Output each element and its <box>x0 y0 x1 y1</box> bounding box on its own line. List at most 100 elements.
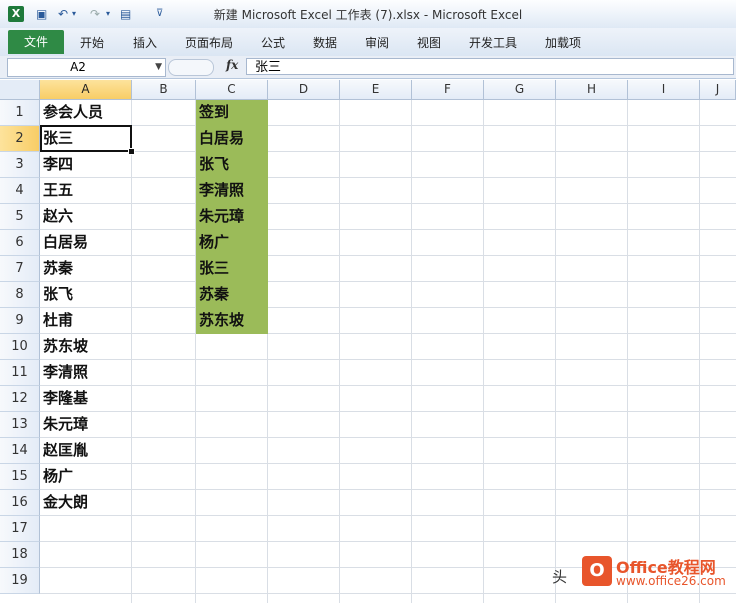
cell-a10[interactable]: 苏东坡 <box>40 334 132 359</box>
column-gridline <box>627 100 628 603</box>
formula-bar: A2 ▼ fx 张三 <box>0 56 736 79</box>
row-header-18[interactable]: 18 <box>0 542 40 568</box>
worksheet-grid[interactable]: A B C D E F G H I J 1 2 3 4 5 6 7 8 9 10 11 12 13 14 15 16 17 18 19 签… <box>0 80 736 603</box>
row-header-13[interactable]: 13 <box>0 412 40 438</box>
tab-home[interactable]: 开始 <box>80 34 104 51</box>
row-gridline <box>40 255 736 256</box>
row-header-4[interactable]: 4 <box>0 178 40 204</box>
cell-a8[interactable]: 张飞 <box>40 282 132 307</box>
column-gridline <box>339 100 340 603</box>
select-all-corner[interactable] <box>0 80 40 100</box>
row-gridline <box>40 437 736 438</box>
row-header-2[interactable]: 2 <box>0 126 40 152</box>
office-logo-icon: O <box>582 556 612 586</box>
row-gridline <box>40 359 736 360</box>
cell-c9[interactable]: 苏东坡 <box>196 308 268 334</box>
column-header-h[interactable]: H <box>556 80 628 100</box>
cell-c2[interactable]: 白居易 <box>196 126 268 152</box>
row-header-3[interactable]: 3 <box>0 152 40 178</box>
tab-insert[interactable]: 插入 <box>133 34 157 51</box>
cell-a9[interactable]: 杜甫 <box>40 308 132 333</box>
column-header-d[interactable]: D <box>268 80 340 100</box>
row-header-10[interactable]: 10 <box>0 334 40 360</box>
column-header-f[interactable]: F <box>412 80 484 100</box>
insert-function-icon[interactable]: fx <box>226 58 238 72</box>
watermark-url: www.office26.com <box>616 574 726 588</box>
row-header-6[interactable]: 6 <box>0 230 40 256</box>
tab-formulas[interactable]: 公式 <box>261 34 285 51</box>
row-gridline <box>40 229 736 230</box>
cell-a13[interactable]: 朱元璋 <box>40 412 132 437</box>
column-gridline <box>699 100 700 603</box>
row-header-11[interactable]: 11 <box>0 360 40 386</box>
cell-a14[interactable]: 赵匡胤 <box>40 438 132 463</box>
cell-c1[interactable]: 签到 <box>196 100 268 126</box>
cell-c8[interactable]: 苏秦 <box>196 282 268 308</box>
row-header-15[interactable]: 15 <box>0 464 40 490</box>
fill-handle[interactable] <box>128 148 135 155</box>
cell-a5[interactable]: 赵六 <box>40 204 132 229</box>
column-header-c[interactable]: C <box>196 80 268 100</box>
row-header-17[interactable]: 17 <box>0 516 40 542</box>
row-header-5[interactable]: 5 <box>0 204 40 230</box>
tab-add-ins[interactable]: 加载项 <box>545 34 581 51</box>
row-gridline <box>40 307 736 308</box>
column-gridline <box>483 100 484 603</box>
column-header-e[interactable]: E <box>340 80 412 100</box>
row-header-7[interactable]: 7 <box>0 256 40 282</box>
tab-developer[interactable]: 开发工具 <box>469 34 517 51</box>
column-header-a[interactable]: A <box>40 80 132 100</box>
cell-c7[interactable]: 张三 <box>196 256 268 282</box>
tab-page-layout[interactable]: 页面布局 <box>185 34 233 51</box>
cell-c5[interactable]: 朱元璋 <box>196 204 268 230</box>
cell-a15[interactable]: 杨广 <box>40 464 132 489</box>
tab-file[interactable]: 文件 <box>8 30 64 54</box>
column-header-b[interactable]: B <box>132 80 196 100</box>
column-header-j[interactable]: J <box>700 80 736 100</box>
name-box-value: A2 <box>70 60 86 74</box>
cell-c6[interactable]: 杨广 <box>196 230 268 256</box>
tab-view[interactable]: 视图 <box>417 34 441 51</box>
row-gridline <box>40 541 736 542</box>
cell-c4[interactable]: 李清照 <box>196 178 268 204</box>
row-header-8[interactable]: 8 <box>0 282 40 308</box>
row-gridline <box>40 203 736 204</box>
cell-a11[interactable]: 李清照 <box>40 360 132 385</box>
row-header-16[interactable]: 16 <box>0 490 40 516</box>
watermark-prefix: 头 <box>552 568 568 586</box>
row-header-9[interactable]: 9 <box>0 308 40 334</box>
tab-review[interactable]: 审阅 <box>365 34 389 51</box>
row-header-12[interactable]: 12 <box>0 386 40 412</box>
column-header-i[interactable]: I <box>628 80 700 100</box>
cell-a1[interactable]: 参会人员 <box>40 100 132 125</box>
cell-a7[interactable]: 苏秦 <box>40 256 132 281</box>
row-gridline <box>40 151 736 152</box>
row-header-1[interactable]: 1 <box>0 100 40 126</box>
row-gridline <box>40 125 736 126</box>
row-header-19[interactable]: 19 <box>0 568 40 594</box>
row-gridline <box>40 281 736 282</box>
active-cell-border <box>40 125 132 152</box>
cell-a6[interactable]: 白居易 <box>40 230 132 255</box>
cell-a3[interactable]: 李四 <box>40 152 132 177</box>
column-header-g[interactable]: G <box>484 80 556 100</box>
watermark: 头 O Office教程网 www.office26.com <box>552 552 736 603</box>
formula-input[interactable]: 张三 <box>246 58 734 75</box>
row-header-14[interactable]: 14 <box>0 438 40 464</box>
cell-a12[interactable]: 李隆基 <box>40 386 132 411</box>
chevron-down-icon[interactable]: ▼ <box>155 59 162 76</box>
row-gridline <box>40 385 736 386</box>
formula-bar-button[interactable] <box>168 59 214 76</box>
window-title: 新建 Microsoft Excel 工作表 (7).xlsx - Micros… <box>213 8 523 22</box>
tab-data[interactable]: 数据 <box>313 34 337 51</box>
row-gridline <box>40 515 736 516</box>
cell-a16[interactable]: 金大朗 <box>40 490 132 515</box>
cell-a4[interactable]: 王五 <box>40 178 132 203</box>
column-gridline <box>555 100 556 603</box>
ribbon-tabs: 文件 开始 插入 页面布局 公式 数据 审阅 视图 开发工具 加载项 <box>0 28 736 57</box>
cell-c3[interactable]: 张飞 <box>196 152 268 178</box>
row-gridline <box>40 177 736 178</box>
row-gridline <box>40 489 736 490</box>
name-box[interactable]: A2 ▼ <box>7 58 166 77</box>
row-gridline <box>40 333 736 334</box>
